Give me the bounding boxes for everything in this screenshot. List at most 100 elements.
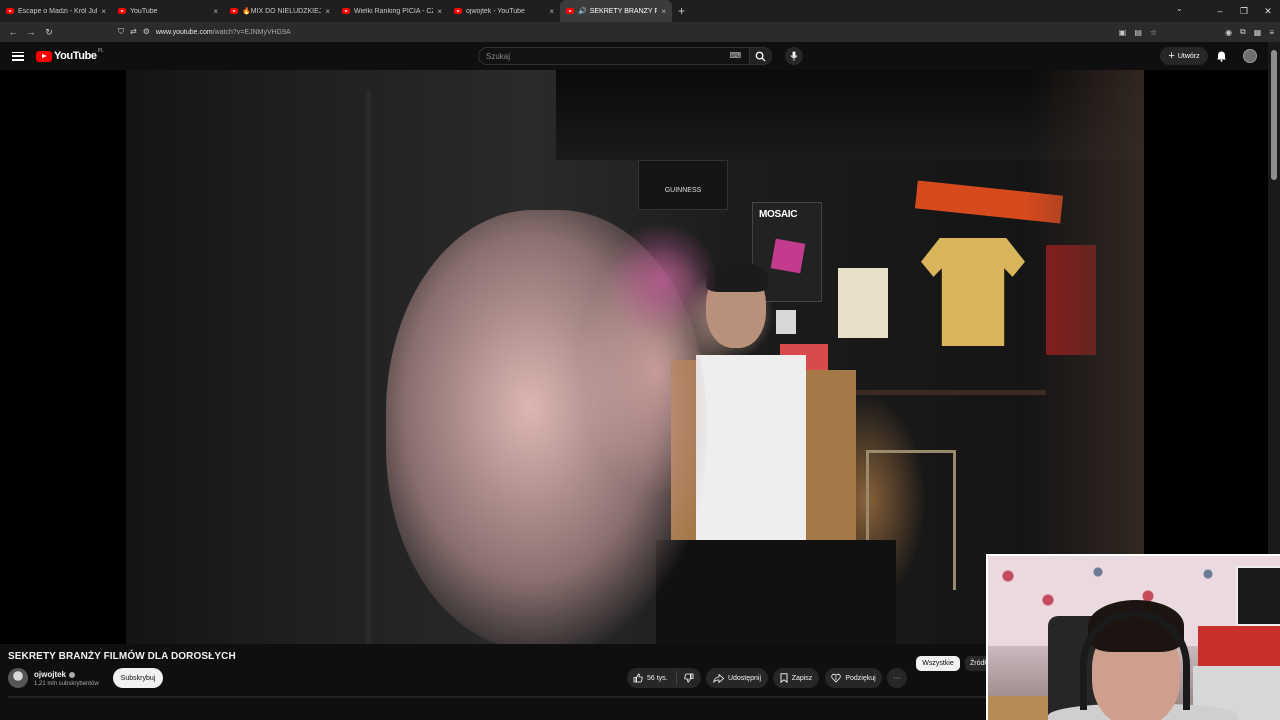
- verified-badge-icon: [69, 671, 76, 678]
- tab-close-icon[interactable]: ×: [549, 7, 554, 16]
- youtube-logo[interactable]: YouTube PL: [36, 48, 104, 62]
- chip-all[interactable]: Wszystkie: [916, 656, 960, 671]
- browser-tab-2[interactable]: YouTube ×: [112, 0, 224, 22]
- tab-close-icon[interactable]: ×: [325, 7, 330, 16]
- search-placeholder: Szukaj: [486, 51, 511, 61]
- window-controls: – ❐ ✕: [1208, 0, 1280, 22]
- tab-title: ojwojtek - YouTube: [466, 7, 525, 15]
- share-arrow-icon: [713, 673, 724, 683]
- frame-shirt: [696, 355, 806, 555]
- browser-tab-6-active[interactable]: 🔊SEKRETY BRANŻY FILMÓW×: [560, 0, 672, 22]
- site-info-icon[interactable]: ⚙: [143, 27, 150, 37]
- url-field[interactable]: www.youtube.com/watch?v=EJNMyVHG9A: [156, 29, 291, 36]
- svg-text:$: $: [835, 676, 838, 681]
- back-arrow-icon[interactable]: ←: [4, 27, 22, 37]
- tab-close-icon[interactable]: ×: [661, 7, 666, 16]
- extensions-icon[interactable]: ⧉: [1240, 27, 1246, 37]
- bookmark-star-icon[interactable]: ☆: [1150, 28, 1157, 37]
- dislike-button[interactable]: [677, 673, 701, 683]
- webcam-headphones: [1080, 610, 1190, 710]
- url-host: www.youtube.com: [155, 28, 213, 36]
- tracking-icon[interactable]: ⇄: [130, 27, 137, 37]
- minimize-icon[interactable]: –: [1208, 6, 1232, 16]
- youtube-play-logo-icon: [36, 50, 52, 62]
- like-dislike-group: 56 tys.: [627, 668, 701, 688]
- save-label: Zapisz: [791, 674, 813, 682]
- tab-title: 🔥MIX DO NIELUDZKIEJ PRACY: [242, 8, 322, 15]
- browser-tab-5[interactable]: ojwojtek - YouTube ×: [448, 0, 560, 22]
- reader-view-icon[interactable]: ▤: [1134, 28, 1142, 37]
- menu-icon[interactable]: ≡: [1269, 28, 1274, 37]
- page-divider: [8, 696, 988, 698]
- tab-title: SEKRETY BRANŻY FILMÓW: [589, 7, 658, 15]
- account-icon[interactable]: ◉: [1225, 28, 1232, 37]
- frame-jersey: [921, 238, 1025, 346]
- frame-blurred-finger: [606, 220, 716, 340]
- tab-title: Wielki Ranking PICIA - CZEGO |: [354, 7, 433, 15]
- thumbs-up-icon: [633, 673, 643, 683]
- webcam-desk: [988, 696, 1048, 720]
- search-button[interactable]: [750, 47, 772, 65]
- search-icon: [755, 51, 766, 62]
- frame-poster-mark: [770, 238, 806, 274]
- like-count: 56 tys.: [647, 674, 668, 682]
- share-button[interactable]: Udostępnij: [706, 668, 768, 688]
- forward-arrow-icon[interactable]: →: [22, 27, 40, 37]
- create-button[interactable]: + Utwórz: [1160, 47, 1208, 65]
- save-button[interactable]: Zapisz: [773, 668, 819, 688]
- shield-icon[interactable]: ⛉: [118, 27, 124, 37]
- frame-legs: [656, 540, 896, 644]
- frame-neon-sign: GUINNESS: [638, 160, 728, 210]
- close-window-icon[interactable]: ✕: [1256, 6, 1280, 17]
- channel-name[interactable]: ojwojtek: [34, 670, 76, 679]
- browser-address-bar: ← → ↻ ⛉ ⇄ ⚙ www.youtube.com/watch?v=EJNM…: [0, 22, 1280, 42]
- share-label: Udostępnij: [727, 674, 762, 682]
- keyboard-icon[interactable]: ⌨: [729, 51, 741, 60]
- notifications-bell-icon[interactable]: [1216, 50, 1227, 62]
- new-tab-button[interactable]: +: [678, 4, 685, 18]
- reload-icon[interactable]: ↻: [40, 27, 58, 38]
- audio-playing-icon[interactable]: 🔊: [578, 7, 587, 15]
- url-path: /watch?v=EJNMyVHG9A: [212, 28, 291, 36]
- search-input[interactable]: Szukaj ⌨: [478, 47, 750, 65]
- webcam-monitor: [1236, 566, 1280, 626]
- tab-title: Escape o Madzi - Król Julian & |: [18, 7, 98, 15]
- frame-poster-text: MOSAIC: [759, 209, 798, 220]
- region-code: PL: [97, 48, 104, 54]
- thanks-heart-dollar-icon: $: [831, 673, 842, 683]
- plus-icon: +: [1168, 49, 1175, 62]
- microphone-icon: [790, 51, 798, 61]
- youtube-header: YouTube PL Szukaj ⌨ + Utwórz: [0, 42, 1280, 70]
- extension-badge-icon[interactable]: ▦: [1254, 28, 1262, 37]
- frame-note: [776, 310, 796, 334]
- browser-tab-4[interactable]: Wielki Ranking PICIA - CZEGO | ×: [336, 0, 448, 22]
- youtube-favicon-icon: [342, 8, 350, 14]
- account-avatar[interactable]: [1243, 49, 1257, 63]
- guide-menu-icon[interactable]: [12, 51, 24, 61]
- create-label: Utwórz: [1177, 52, 1200, 60]
- logo-text: YouTube: [54, 50, 97, 62]
- more-actions-button[interactable]: ···: [887, 668, 907, 688]
- browser-toolbar-right: ▣ ▤ ☆ ◉ ⧉ ▦ ≡: [1119, 22, 1280, 42]
- like-button[interactable]: 56 tys.: [627, 671, 677, 685]
- browser-tab-strip: Escape o Madzi - Król Julian & |× YouTub…: [0, 0, 1280, 22]
- browser-tab-1[interactable]: Escape o Madzi - Król Julian & |×: [0, 0, 112, 22]
- tab-close-icon[interactable]: ×: [101, 7, 106, 16]
- thanks-label: Podziękuj: [845, 674, 876, 682]
- tab-close-icon[interactable]: ×: [213, 7, 218, 16]
- tab-list-chevron-icon[interactable]: ⌄: [1176, 4, 1183, 13]
- scrollbar-thumb[interactable]: [1271, 50, 1277, 180]
- frame-light-stand: [366, 90, 371, 644]
- screenshot-icon[interactable]: ▣: [1119, 28, 1127, 37]
- youtube-favicon-icon: [566, 8, 574, 14]
- subscribe-button[interactable]: Subskrybuj: [113, 668, 163, 688]
- channel-name-text: ojwojtek: [34, 670, 67, 679]
- channel-avatar[interactable]: [8, 668, 28, 688]
- tab-close-icon[interactable]: ×: [437, 7, 442, 16]
- voice-search-button[interactable]: [785, 47, 803, 65]
- thanks-button[interactable]: $ Podziękuj: [825, 668, 882, 688]
- subscriber-count: 1,21 mln subskrybentów: [34, 681, 99, 687]
- restore-icon[interactable]: ❐: [1232, 6, 1256, 17]
- browser-tab-3[interactable]: 🔥MIX DO NIELUDZKIEJ PRACY×: [224, 0, 336, 22]
- youtube-favicon-icon: [6, 8, 14, 14]
